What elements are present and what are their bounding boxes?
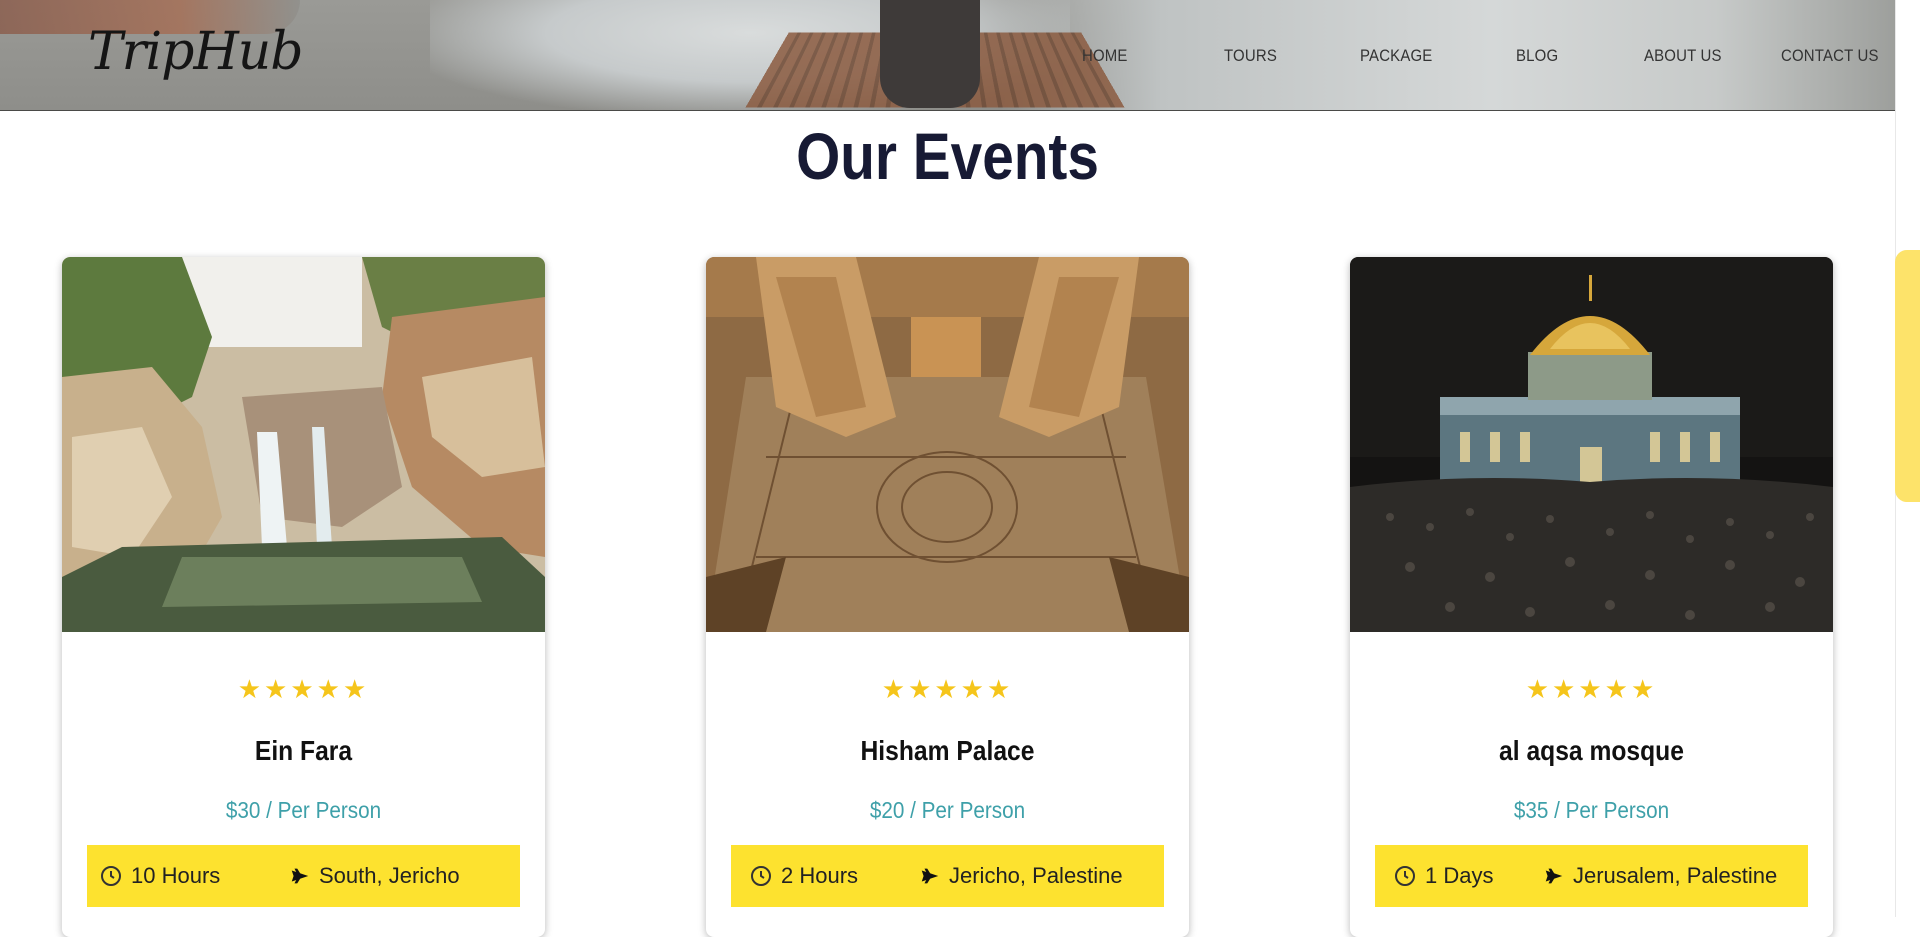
nav-tours[interactable]: TOURS [1224, 46, 1277, 66]
event-price: $35 / Per Person [1513, 797, 1670, 823]
airplane-icon [1543, 865, 1565, 887]
event-title[interactable]: Ein Fara [91, 735, 516, 767]
scrollbar-thumb[interactable] [1895, 250, 1920, 502]
mosaic-floor-image [706, 257, 1189, 632]
event-location: South, Jericho [289, 863, 460, 889]
airplane-icon [919, 865, 941, 887]
event-title[interactable]: Hisham Palace [735, 735, 1160, 767]
nav-contact-us[interactable]: CONTACT US [1781, 46, 1879, 66]
event-image-waterfall[interactable] [62, 257, 545, 632]
clock-icon [1393, 864, 1417, 888]
event-duration-text: 1 Days [1425, 863, 1494, 888]
event-duration: 2 Hours [749, 863, 919, 889]
event-duration: 10 Hours [99, 863, 289, 889]
event-card[interactable]: ★★★★★ al aqsa mosque $35 / Per Person 1 … [1350, 257, 1833, 937]
event-info-bar: 2 Hours Jericho, Palestine [731, 845, 1164, 907]
section-title: Our Events [796, 119, 1099, 193]
event-location-text: Jerusalem, Palestine [1573, 863, 1778, 888]
clock-icon [99, 864, 123, 888]
nav-package[interactable]: PACKAGE [1360, 46, 1432, 66]
site-header: TripHub HOME TOURS PACKAGE BLOG ABOUT US… [0, 0, 1895, 111]
clock-icon [749, 864, 773, 888]
nav-blog[interactable]: BLOG [1516, 46, 1558, 66]
airplane-icon [289, 865, 311, 887]
event-duration-text: 2 Hours [781, 863, 859, 888]
event-title[interactable]: al aqsa mosque [1379, 735, 1804, 767]
nav-home[interactable]: HOME [1082, 46, 1128, 66]
nav-about-us[interactable]: ABOUT US [1644, 46, 1722, 66]
event-image-mosque[interactable] [1350, 257, 1833, 632]
event-card[interactable]: ★★★★★ Ein Fara $30 / Per Person 10 Hours… [62, 257, 545, 937]
event-price: $30 / Per Person [225, 797, 382, 823]
event-location-text: South, Jericho [319, 863, 460, 888]
waterfall-image [62, 257, 545, 632]
main-nav: HOME TOURS PACKAGE BLOG ABOUT US CONTACT… [0, 0, 1895, 110]
mosque-image [1350, 257, 1833, 632]
event-info-bar: 1 Days Jerusalem, Palestine [1375, 845, 1808, 907]
event-location: Jerusalem, Palestine [1543, 863, 1777, 889]
event-card[interactable]: ★★★★★ Hisham Palace $20 / Per Person 2 H… [706, 257, 1189, 937]
event-location-text: Jericho, Palestine [949, 863, 1123, 888]
rating-stars: ★★★★★ [237, 675, 370, 705]
event-duration: 1 Days [1393, 863, 1543, 889]
rating-stars: ★★★★★ [881, 675, 1014, 705]
event-duration-text: 10 Hours [131, 863, 221, 888]
rating-stars: ★★★★★ [1525, 675, 1658, 705]
event-image-palace[interactable] [706, 257, 1189, 632]
event-price: $20 / Per Person [869, 797, 1026, 823]
event-info-bar: 10 Hours South, Jericho [87, 845, 520, 907]
event-location: Jericho, Palestine [919, 863, 1123, 889]
